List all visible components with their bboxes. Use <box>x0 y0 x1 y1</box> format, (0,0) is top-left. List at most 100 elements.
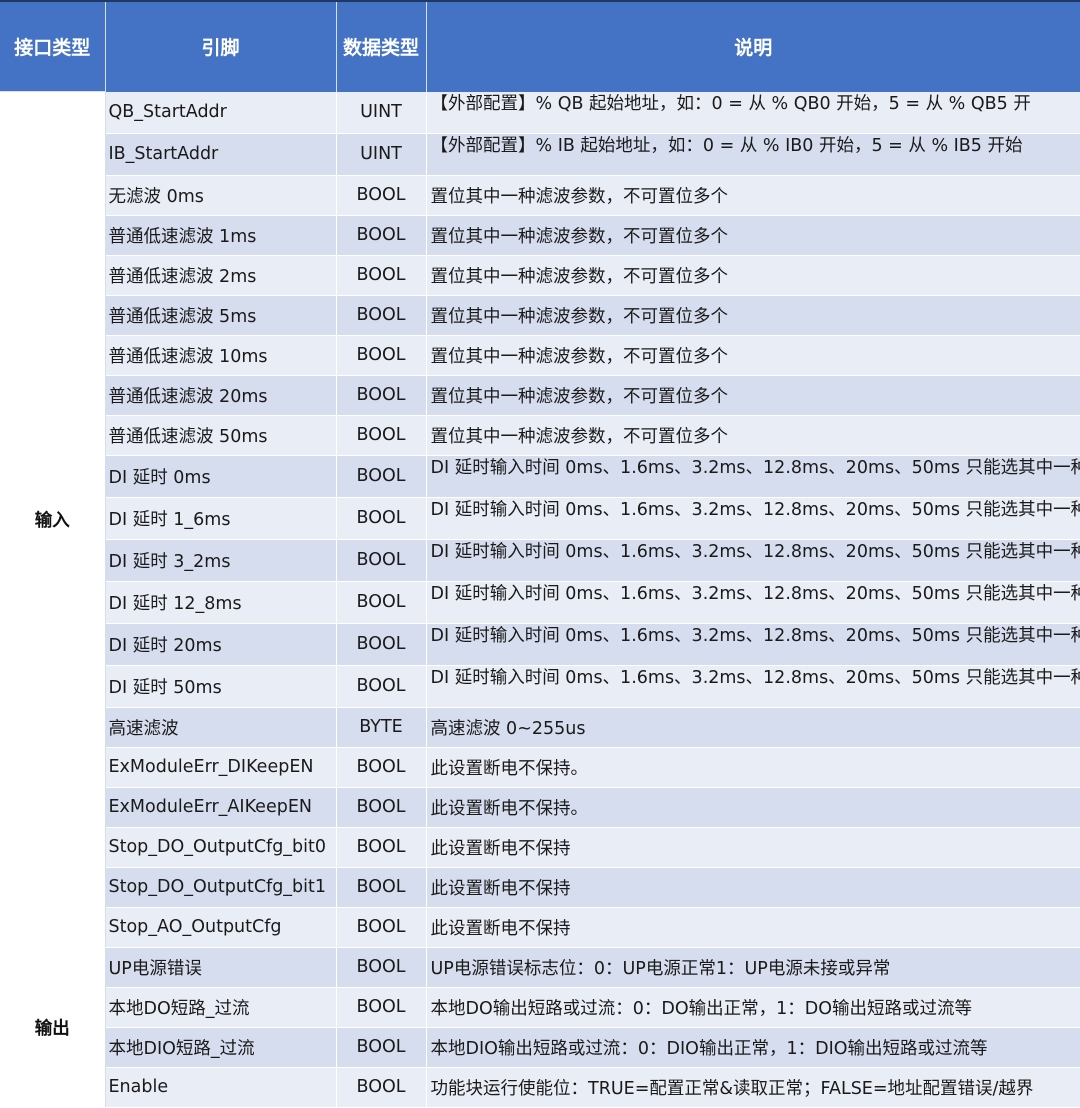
table-body: 输入QB_StartAddrUINT【外部配置】% QB 起始地址，如：0 = … <box>0 92 1080 1108</box>
group-label: 输出 <box>0 947 105 1107</box>
description-text: 【外部配置】% QB 起始地址，如：0 = 从 % QB0 开始，5 = 从 %… <box>431 94 1080 131</box>
pin-cell: ExModuleErr_AIKeepEN <box>105 787 336 827</box>
table-row: 普通低速滤波 10msBOOL置位其中一种滤波参数，不可置位多个 <box>0 335 1080 375</box>
description-cell: 置位其中一种滤波参数，不可置位多个 <box>426 255 1080 295</box>
table-row: ExModuleErr_DIKeepENBOOL此设置断电不保持。 <box>0 747 1080 787</box>
description-cell: 此设置断电不保持 <box>426 907 1080 947</box>
description-cell: DI 延时输入时间 0ms、1.6ms、3.2ms、12.8ms、20ms、50… <box>426 497 1080 539</box>
table-row: 本地DIO短路_过流BOOL本地DIO输出短路或过流：0：DIO输出正常，1：D… <box>0 1027 1080 1067</box>
description-cell: 【外部配置】% QB 起始地址，如：0 = 从 % QB0 开始，5 = 从 %… <box>426 92 1080 134</box>
description-cell: 此设置断电不保持 <box>426 827 1080 867</box>
pin-cell: 普通低速滤波 1ms <box>105 215 336 255</box>
description-cell: 置位其中一种滤波参数，不可置位多个 <box>426 215 1080 255</box>
description-cell: DI 延时输入时间 0ms、1.6ms、3.2ms、12.8ms、20ms、50… <box>426 665 1080 707</box>
data-type-cell: BOOL <box>336 747 426 787</box>
data-type-cell: BOOL <box>336 255 426 295</box>
data-type-cell: BOOL <box>336 581 426 623</box>
data-type-cell: BYTE <box>336 707 426 747</box>
data-type-cell: BOOL <box>336 665 426 707</box>
pin-cell: Enable <box>105 1067 336 1107</box>
table-row: IB_StartAddrUINT【外部配置】% IB 起始地址，如：0 = 从 … <box>0 133 1080 175</box>
table-row: 输出UP电源错误BOOLUP电源错误标志位：0：UP电源正常1：UP电源未接或异… <box>0 947 1080 987</box>
pin-cell: DI 延时 12_8ms <box>105 581 336 623</box>
pin-cell: IB_StartAddr <box>105 133 336 175</box>
pin-cell: 高速滤波 <box>105 707 336 747</box>
data-type-cell: BOOL <box>336 623 426 665</box>
table-row: 普通低速滤波 5msBOOL置位其中一种滤波参数，不可置位多个 <box>0 295 1080 335</box>
description-cell: DI 延时输入时间 0ms、1.6ms、3.2ms、12.8ms、20ms、50… <box>426 455 1080 497</box>
description-cell: 此设置断电不保持 <box>426 867 1080 907</box>
description-text: DI 延时输入时间 0ms、1.6ms、3.2ms、12.8ms、20ms、50… <box>431 668 1080 705</box>
table-row: 无滤波 0msBOOL置位其中一种滤波参数，不可置位多个 <box>0 175 1080 215</box>
data-type-cell: BOOL <box>336 335 426 375</box>
pin-cell: QB_StartAddr <box>105 92 336 134</box>
description-cell: 置位其中一种滤波参数，不可置位多个 <box>426 295 1080 335</box>
data-type-cell: BOOL <box>336 295 426 335</box>
description-cell: 置位其中一种滤波参数，不可置位多个 <box>426 375 1080 415</box>
description-text: DI 延时输入时间 0ms、1.6ms、3.2ms、12.8ms、20ms、50… <box>431 584 1080 621</box>
data-type-cell: BOOL <box>336 215 426 255</box>
pin-cell: DI 延时 1_6ms <box>105 497 336 539</box>
data-type-cell: BOOL <box>336 867 426 907</box>
pin-cell: UP电源错误 <box>105 947 336 987</box>
data-type-cell: BOOL <box>336 787 426 827</box>
header-description: 说明 <box>426 2 1080 92</box>
header-data-type: 数据类型 <box>336 2 426 92</box>
description-cell: 置位其中一种滤波参数，不可置位多个 <box>426 175 1080 215</box>
table-row: DI 延时 3_2msBOOLDI 延时输入时间 0ms、1.6ms、3.2ms… <box>0 539 1080 581</box>
data-type-cell: UINT <box>336 92 426 134</box>
pin-cell: Stop_DO_OutputCfg_bit1 <box>105 867 336 907</box>
table-row: 高速滤波BYTE高速滤波 0~255us <box>0 707 1080 747</box>
pin-cell: ExModuleErr_DIKeepEN <box>105 747 336 787</box>
description-text: DI 延时输入时间 0ms、1.6ms、3.2ms、12.8ms、20ms、50… <box>431 626 1080 663</box>
table-row: 普通低速滤波 2msBOOL置位其中一种滤波参数，不可置位多个 <box>0 255 1080 295</box>
table-row: DI 延时 50msBOOLDI 延时输入时间 0ms、1.6ms、3.2ms、… <box>0 665 1080 707</box>
pin-cell: 普通低速滤波 2ms <box>105 255 336 295</box>
data-type-cell: BOOL <box>336 175 426 215</box>
pin-cell: DI 延时 50ms <box>105 665 336 707</box>
pin-cell: DI 延时 3_2ms <box>105 539 336 581</box>
table-row: EnableBOOL功能块运行使能位：TRUE=配置正常&读取正常；FALSE=… <box>0 1067 1080 1107</box>
table-row: 普通低速滤波 1msBOOL置位其中一种滤波参数，不可置位多个 <box>0 215 1080 255</box>
data-type-cell: BOOL <box>336 497 426 539</box>
table-row: 普通低速滤波 50msBOOL置位其中一种滤波参数，不可置位多个 <box>0 415 1080 455</box>
header-row: 接口类型 引脚 数据类型 说明 <box>0 2 1080 92</box>
pin-cell: Stop_AO_OutputCfg <box>105 907 336 947</box>
data-type-cell: BOOL <box>336 375 426 415</box>
description-cell: 此设置断电不保持。 <box>426 747 1080 787</box>
description-cell: DI 延时输入时间 0ms、1.6ms、3.2ms、12.8ms、20ms、50… <box>426 581 1080 623</box>
data-type-cell: BOOL <box>336 947 426 987</box>
data-type-cell: BOOL <box>336 539 426 581</box>
table-row: Stop_DO_OutputCfg_bit0BOOL此设置断电不保持 <box>0 827 1080 867</box>
table-row: 输入QB_StartAddrUINT【外部配置】% QB 起始地址，如：0 = … <box>0 92 1080 134</box>
table-row: Stop_DO_OutputCfg_bit1BOOL此设置断电不保持 <box>0 867 1080 907</box>
table-row: DI 延时 20msBOOLDI 延时输入时间 0ms、1.6ms、3.2ms、… <box>0 623 1080 665</box>
description-cell: 本地DO输出短路或过流：0：DO输出正常，1：DO输出短路或过流等 <box>426 987 1080 1027</box>
table-row: ExModuleErr_AIKeepENBOOL此设置断电不保持。 <box>0 787 1080 827</box>
description-cell: 功能块运行使能位：TRUE=配置正常&读取正常；FALSE=地址配置错误/越界 <box>426 1067 1080 1107</box>
data-type-cell: BOOL <box>336 1027 426 1067</box>
description-cell: UP电源错误标志位：0：UP电源正常1：UP电源未接或异常 <box>426 947 1080 987</box>
table-row: Stop_AO_OutputCfgBOOL此设置断电不保持 <box>0 907 1080 947</box>
table-row: 本地DO短路_过流BOOL本地DO输出短路或过流：0：DO输出正常，1：DO输出… <box>0 987 1080 1027</box>
pin-cell: 普通低速滤波 20ms <box>105 375 336 415</box>
group-label: 输入 <box>0 92 105 948</box>
table-row: DI 延时 0msBOOLDI 延时输入时间 0ms、1.6ms、3.2ms、1… <box>0 455 1080 497</box>
description-cell: 高速滤波 0~255us <box>426 707 1080 747</box>
data-type-cell: BOOL <box>336 455 426 497</box>
description-text: DI 延时输入时间 0ms、1.6ms、3.2ms、12.8ms、20ms、50… <box>431 542 1080 579</box>
description-cell: 本地DIO输出短路或过流：0：DIO输出正常，1：DIO输出短路或过流等 <box>426 1027 1080 1067</box>
pin-cell: 普通低速滤波 5ms <box>105 295 336 335</box>
data-type-cell: BOOL <box>336 1067 426 1107</box>
pin-cell: 普通低速滤波 50ms <box>105 415 336 455</box>
description-text: DI 延时输入时间 0ms、1.6ms、3.2ms、12.8ms、20ms、50… <box>431 458 1080 495</box>
table-row: DI 延时 12_8msBOOLDI 延时输入时间 0ms、1.6ms、3.2m… <box>0 581 1080 623</box>
description-cell: DI 延时输入时间 0ms、1.6ms、3.2ms、12.8ms、20ms、50… <box>426 623 1080 665</box>
pin-cell: 本地DO短路_过流 <box>105 987 336 1027</box>
data-type-cell: BOOL <box>336 415 426 455</box>
description-cell: 此设置断电不保持。 <box>426 787 1080 827</box>
table-row: DI 延时 1_6msBOOLDI 延时输入时间 0ms、1.6ms、3.2ms… <box>0 497 1080 539</box>
pin-cell: DI 延时 20ms <box>105 623 336 665</box>
data-type-cell: UINT <box>336 133 426 175</box>
table-row: 普通低速滤波 20msBOOL置位其中一种滤波参数，不可置位多个 <box>0 375 1080 415</box>
